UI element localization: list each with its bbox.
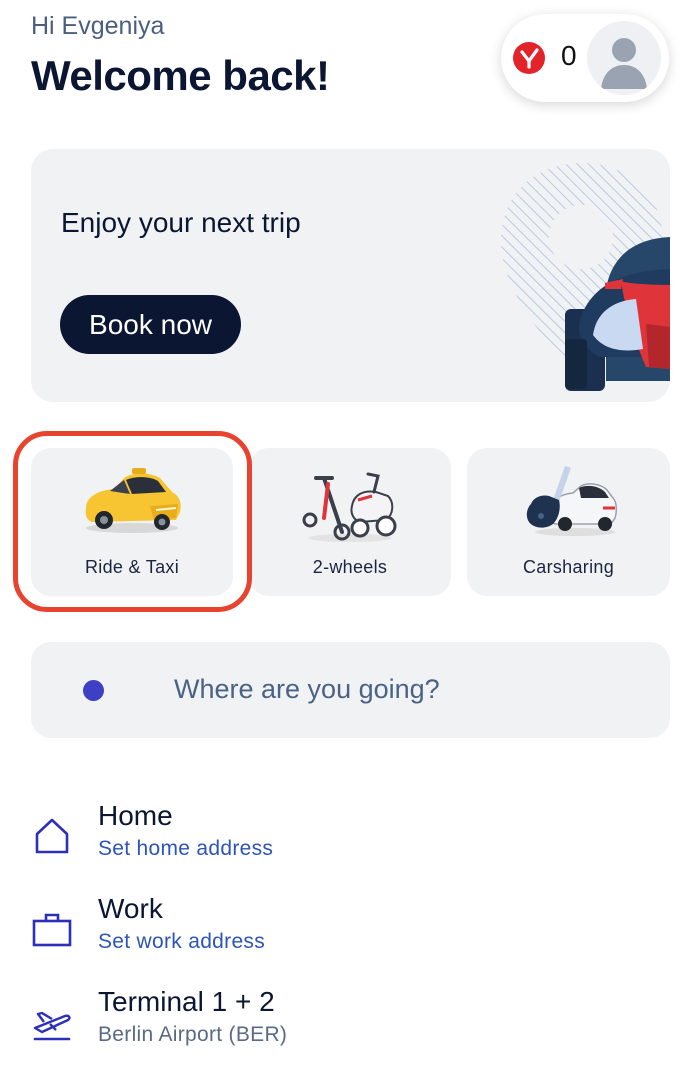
saved-place-work[interactable]: Work Set work address	[30, 893, 670, 969]
airplane-icon	[33, 1011, 71, 1041]
service-label-2-wheels: 2-wheels	[312, 557, 388, 577]
scooter-icon	[302, 472, 397, 542]
origin-dot-icon	[83, 680, 104, 701]
points-value: 0	[561, 40, 577, 71]
destination-search-field[interactable]: Where are you going?	[31, 642, 670, 738]
saved-place-subtitle: Set home address	[98, 837, 274, 860]
saved-place-subtitle: Berlin Airport (BER)	[98, 1023, 288, 1046]
saved-place-title: Home	[98, 800, 173, 831]
book-now-button[interactable]: Book now	[60, 295, 241, 354]
home-icon	[35, 818, 69, 854]
service-tile-2-wheels[interactable]: 2-wheels	[249, 448, 451, 596]
saved-place-title: Terminal 1 + 2	[98, 986, 275, 1017]
briefcase-icon	[32, 913, 72, 947]
service-tile-carsharing[interactable]: Carsharing	[467, 448, 670, 596]
service-tile-ride-taxi[interactable]: Ride & Taxi	[31, 448, 233, 596]
promo-banner: Enjoy your next trip Book now	[31, 149, 670, 402]
greeting-text: Hi Evgeniya	[31, 12, 165, 40]
rewards-badge-icon	[513, 42, 545, 74]
car-key-icon	[526, 466, 617, 536]
service-label-carsharing: Carsharing	[522, 557, 615, 577]
promo-text: Enjoy your next trip	[61, 207, 301, 238]
saved-place-title: Work	[98, 893, 163, 924]
car-with-map-pin-illustration	[501, 163, 670, 391]
saved-place-subtitle: Set work address	[98, 930, 266, 953]
saved-place-airport[interactable]: Terminal 1 + 2 Berlin Airport (BER)	[30, 986, 670, 1062]
service-label-ride-taxi: Ride & Taxi	[84, 557, 179, 577]
rewards-profile-pill[interactable]: 0	[501, 14, 669, 102]
saved-place-home[interactable]: Home Set home address	[30, 800, 670, 876]
taxi-car-icon	[85, 468, 181, 533]
page-title: Welcome back!	[31, 52, 330, 99]
search-placeholder: Where are you going?	[174, 674, 440, 704]
user-avatar-icon[interactable]	[587, 21, 661, 95]
